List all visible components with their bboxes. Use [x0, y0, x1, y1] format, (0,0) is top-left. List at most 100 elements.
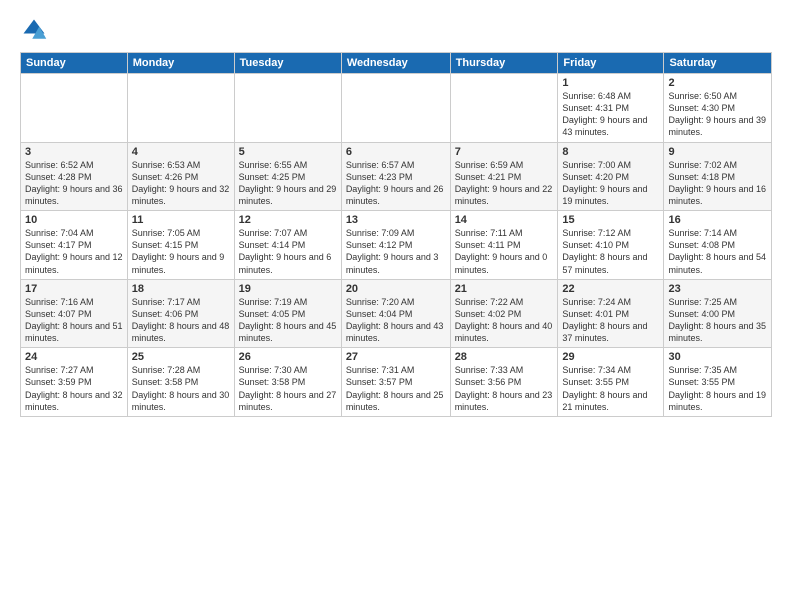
col-header-sunday: Sunday	[21, 53, 128, 74]
day-number: 13	[346, 214, 446, 226]
day-detail: Sunrise: 6:59 AM Sunset: 4:21 PM Dayligh…	[455, 159, 554, 208]
day-detail: Sunrise: 7:12 AM Sunset: 4:10 PM Dayligh…	[562, 227, 659, 276]
day-number: 10	[25, 214, 123, 226]
day-detail: Sunrise: 7:30 AM Sunset: 3:58 PM Dayligh…	[239, 364, 337, 413]
calendar-cell: 7Sunrise: 6:59 AM Sunset: 4:21 PM Daylig…	[450, 142, 558, 211]
day-number: 22	[562, 283, 659, 295]
day-detail: Sunrise: 6:50 AM Sunset: 4:30 PM Dayligh…	[668, 90, 767, 139]
day-number: 27	[346, 351, 446, 363]
calendar-cell: 16Sunrise: 7:14 AM Sunset: 4:08 PM Dayli…	[664, 211, 772, 280]
calendar-cell: 24Sunrise: 7:27 AM Sunset: 3:59 PM Dayli…	[21, 348, 128, 417]
day-number: 21	[455, 283, 554, 295]
calendar-cell: 6Sunrise: 6:57 AM Sunset: 4:23 PM Daylig…	[341, 142, 450, 211]
calendar-cell: 10Sunrise: 7:04 AM Sunset: 4:17 PM Dayli…	[21, 211, 128, 280]
day-number: 4	[132, 146, 230, 158]
day-detail: Sunrise: 7:20 AM Sunset: 4:04 PM Dayligh…	[346, 296, 446, 345]
calendar-cell: 11Sunrise: 7:05 AM Sunset: 4:15 PM Dayli…	[127, 211, 234, 280]
day-number: 26	[239, 351, 337, 363]
day-detail: Sunrise: 7:00 AM Sunset: 4:20 PM Dayligh…	[562, 159, 659, 208]
calendar-header-row: SundayMondayTuesdayWednesdayThursdayFrid…	[21, 53, 772, 74]
calendar-week-1: 1Sunrise: 6:48 AM Sunset: 4:31 PM Daylig…	[21, 74, 772, 143]
calendar-cell: 3Sunrise: 6:52 AM Sunset: 4:28 PM Daylig…	[21, 142, 128, 211]
calendar-cell: 1Sunrise: 6:48 AM Sunset: 4:31 PM Daylig…	[558, 74, 664, 143]
day-number: 7	[455, 146, 554, 158]
calendar-cell: 21Sunrise: 7:22 AM Sunset: 4:02 PM Dayli…	[450, 279, 558, 348]
calendar-week-2: 3Sunrise: 6:52 AM Sunset: 4:28 PM Daylig…	[21, 142, 772, 211]
day-detail: Sunrise: 7:17 AM Sunset: 4:06 PM Dayligh…	[132, 296, 230, 345]
day-number: 29	[562, 351, 659, 363]
day-detail: Sunrise: 7:22 AM Sunset: 4:02 PM Dayligh…	[455, 296, 554, 345]
day-detail: Sunrise: 7:09 AM Sunset: 4:12 PM Dayligh…	[346, 227, 446, 276]
calendar-cell	[21, 74, 128, 143]
calendar-cell: 22Sunrise: 7:24 AM Sunset: 4:01 PM Dayli…	[558, 279, 664, 348]
day-detail: Sunrise: 7:07 AM Sunset: 4:14 PM Dayligh…	[239, 227, 337, 276]
calendar-cell: 14Sunrise: 7:11 AM Sunset: 4:11 PM Dayli…	[450, 211, 558, 280]
calendar-cell: 23Sunrise: 7:25 AM Sunset: 4:00 PM Dayli…	[664, 279, 772, 348]
calendar-cell: 17Sunrise: 7:16 AM Sunset: 4:07 PM Dayli…	[21, 279, 128, 348]
calendar-cell: 12Sunrise: 7:07 AM Sunset: 4:14 PM Dayli…	[234, 211, 341, 280]
day-number: 23	[668, 283, 767, 295]
col-header-friday: Friday	[558, 53, 664, 74]
day-number: 16	[668, 214, 767, 226]
day-detail: Sunrise: 7:24 AM Sunset: 4:01 PM Dayligh…	[562, 296, 659, 345]
calendar-cell	[234, 74, 341, 143]
day-number: 9	[668, 146, 767, 158]
calendar-cell: 29Sunrise: 7:34 AM Sunset: 3:55 PM Dayli…	[558, 348, 664, 417]
day-number: 25	[132, 351, 230, 363]
day-number: 20	[346, 283, 446, 295]
calendar-cell: 5Sunrise: 6:55 AM Sunset: 4:25 PM Daylig…	[234, 142, 341, 211]
day-number: 1	[562, 77, 659, 89]
calendar-cell: 30Sunrise: 7:35 AM Sunset: 3:55 PM Dayli…	[664, 348, 772, 417]
day-number: 6	[346, 146, 446, 158]
calendar-cell: 19Sunrise: 7:19 AM Sunset: 4:05 PM Dayli…	[234, 279, 341, 348]
day-detail: Sunrise: 6:57 AM Sunset: 4:23 PM Dayligh…	[346, 159, 446, 208]
day-number: 28	[455, 351, 554, 363]
day-number: 30	[668, 351, 767, 363]
day-detail: Sunrise: 7:05 AM Sunset: 4:15 PM Dayligh…	[132, 227, 230, 276]
calendar-cell: 15Sunrise: 7:12 AM Sunset: 4:10 PM Dayli…	[558, 211, 664, 280]
day-detail: Sunrise: 7:02 AM Sunset: 4:18 PM Dayligh…	[668, 159, 767, 208]
calendar-cell	[341, 74, 450, 143]
col-header-tuesday: Tuesday	[234, 53, 341, 74]
calendar-table: SundayMondayTuesdayWednesdayThursdayFrid…	[20, 52, 772, 417]
calendar-week-3: 10Sunrise: 7:04 AM Sunset: 4:17 PM Dayli…	[21, 211, 772, 280]
day-detail: Sunrise: 7:28 AM Sunset: 3:58 PM Dayligh…	[132, 364, 230, 413]
col-header-wednesday: Wednesday	[341, 53, 450, 74]
calendar-cell: 27Sunrise: 7:31 AM Sunset: 3:57 PM Dayli…	[341, 348, 450, 417]
calendar-cell: 26Sunrise: 7:30 AM Sunset: 3:58 PM Dayli…	[234, 348, 341, 417]
day-number: 8	[562, 146, 659, 158]
day-detail: Sunrise: 6:48 AM Sunset: 4:31 PM Dayligh…	[562, 90, 659, 139]
calendar-week-4: 17Sunrise: 7:16 AM Sunset: 4:07 PM Dayli…	[21, 279, 772, 348]
header	[20, 16, 772, 44]
day-number: 12	[239, 214, 337, 226]
calendar-cell: 20Sunrise: 7:20 AM Sunset: 4:04 PM Dayli…	[341, 279, 450, 348]
page: SundayMondayTuesdayWednesdayThursdayFrid…	[0, 0, 792, 612]
day-number: 15	[562, 214, 659, 226]
day-detail: Sunrise: 6:52 AM Sunset: 4:28 PM Dayligh…	[25, 159, 123, 208]
day-detail: Sunrise: 6:55 AM Sunset: 4:25 PM Dayligh…	[239, 159, 337, 208]
day-detail: Sunrise: 7:14 AM Sunset: 4:08 PM Dayligh…	[668, 227, 767, 276]
day-detail: Sunrise: 7:11 AM Sunset: 4:11 PM Dayligh…	[455, 227, 554, 276]
day-number: 17	[25, 283, 123, 295]
col-header-saturday: Saturday	[664, 53, 772, 74]
calendar-cell: 8Sunrise: 7:00 AM Sunset: 4:20 PM Daylig…	[558, 142, 664, 211]
calendar-cell: 2Sunrise: 6:50 AM Sunset: 4:30 PM Daylig…	[664, 74, 772, 143]
day-detail: Sunrise: 7:33 AM Sunset: 3:56 PM Dayligh…	[455, 364, 554, 413]
day-detail: Sunrise: 7:34 AM Sunset: 3:55 PM Dayligh…	[562, 364, 659, 413]
day-number: 24	[25, 351, 123, 363]
day-detail: Sunrise: 7:19 AM Sunset: 4:05 PM Dayligh…	[239, 296, 337, 345]
calendar-cell: 28Sunrise: 7:33 AM Sunset: 3:56 PM Dayli…	[450, 348, 558, 417]
day-detail: Sunrise: 7:04 AM Sunset: 4:17 PM Dayligh…	[25, 227, 123, 276]
day-detail: Sunrise: 7:25 AM Sunset: 4:00 PM Dayligh…	[668, 296, 767, 345]
col-header-monday: Monday	[127, 53, 234, 74]
day-number: 2	[668, 77, 767, 89]
day-number: 5	[239, 146, 337, 158]
calendar-cell: 13Sunrise: 7:09 AM Sunset: 4:12 PM Dayli…	[341, 211, 450, 280]
day-number: 14	[455, 214, 554, 226]
day-detail: Sunrise: 6:53 AM Sunset: 4:26 PM Dayligh…	[132, 159, 230, 208]
calendar-cell	[450, 74, 558, 143]
day-detail: Sunrise: 7:35 AM Sunset: 3:55 PM Dayligh…	[668, 364, 767, 413]
logo	[20, 16, 52, 44]
calendar-week-5: 24Sunrise: 7:27 AM Sunset: 3:59 PM Dayli…	[21, 348, 772, 417]
day-number: 11	[132, 214, 230, 226]
